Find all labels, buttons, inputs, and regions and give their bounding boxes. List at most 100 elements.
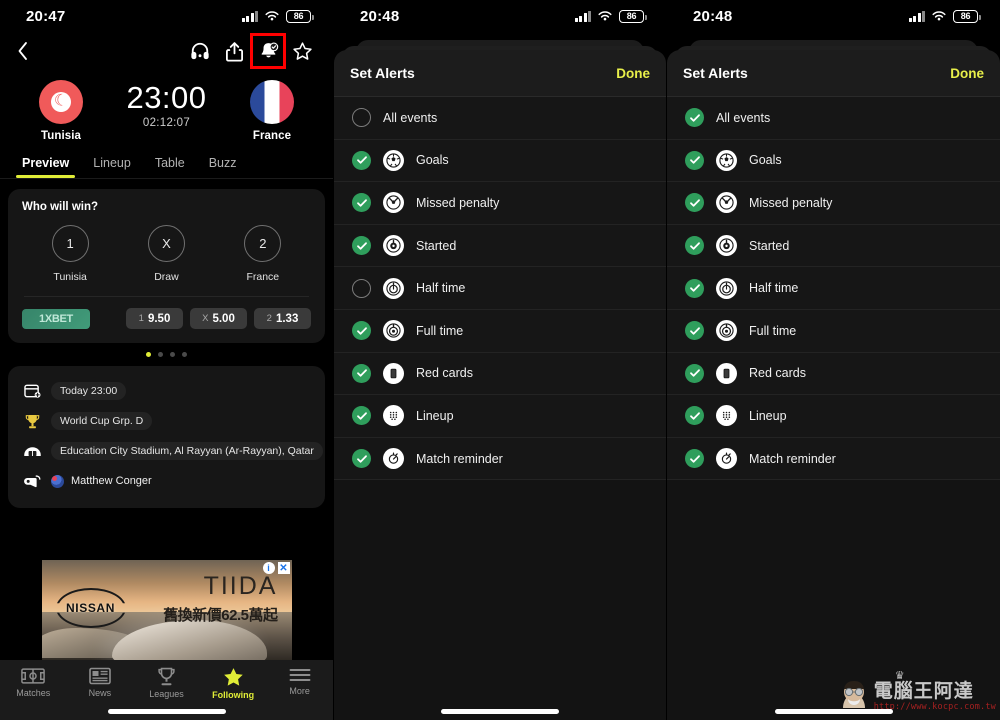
- checkbox-checked-icon[interactable]: [685, 278, 704, 298]
- favorite-button[interactable]: [285, 34, 319, 68]
- checkbox-checked-icon[interactable]: [685, 236, 704, 256]
- carousel-dot-3[interactable]: [170, 352, 175, 357]
- carousel-dot-1[interactable]: [146, 352, 151, 357]
- pick-away[interactable]: 2 France: [244, 225, 282, 283]
- done-button[interactable]: Done: [950, 66, 984, 81]
- checkbox-unchecked-icon[interactable]: [352, 108, 371, 128]
- watermark-site-name: 電腦王阿達: [873, 680, 974, 702]
- checkbox-checked-icon[interactable]: [685, 449, 704, 469]
- alert-row-goals[interactable]: Goals: [667, 139, 1000, 183]
- alert-row-match-reminder[interactable]: Match reminder: [334, 437, 666, 481]
- match-summary: Tunisia 23:00 02:12:07 France: [0, 70, 333, 142]
- odd-home[interactable]: 1 9.50: [126, 308, 183, 329]
- checkbox-checked-icon[interactable]: [685, 321, 704, 341]
- checkbox-checked-icon[interactable]: [352, 150, 371, 170]
- alert-row-red-cards[interactable]: Red cards: [334, 352, 666, 396]
- alert-row-lineup[interactable]: Lineup: [334, 395, 666, 438]
- carousel-dot-4[interactable]: [182, 352, 187, 357]
- back-button[interactable]: [10, 36, 36, 66]
- referee-name: Matthew Conger: [71, 475, 152, 487]
- checkbox-checked-icon[interactable]: [352, 449, 371, 469]
- tab-preview[interactable]: Preview: [10, 156, 81, 178]
- alerts-list: All events Goals Missed penalty Started …: [667, 97, 1000, 481]
- ad-copy: TIIDA 舊換新價62.5萬起: [163, 574, 278, 625]
- nissan-tiida-ad[interactable]: NISSAN TIIDA 舊換新價62.5萬起 i ✕: [41, 560, 292, 660]
- home-indicator[interactable]: [774, 709, 893, 714]
- home-indicator[interactable]: [441, 709, 559, 714]
- alert-row-started[interactable]: Started: [667, 224, 1000, 268]
- tab-buzz[interactable]: Buzz: [197, 156, 249, 178]
- set-alerts-sheet: Set Alerts Done All events Goals Missed …: [667, 50, 1000, 720]
- alert-row-all-events[interactable]: All events: [667, 97, 1000, 140]
- alert-row-all-events[interactable]: All events: [334, 97, 666, 140]
- alert-row-missed-penalty[interactable]: Missed penalty: [667, 182, 1000, 225]
- trophy-icon: [22, 411, 42, 431]
- tab-table[interactable]: Table: [143, 156, 197, 178]
- alert-row-missed-penalty[interactable]: Missed penalty: [334, 182, 666, 225]
- checkbox-checked-icon[interactable]: [685, 108, 704, 128]
- checkbox-checked-icon[interactable]: [352, 193, 371, 213]
- bookmaker-logo[interactable]: 1XBET: [22, 308, 90, 329]
- stopwatch-icon: [716, 448, 737, 470]
- ad-close-icon[interactable]: ✕: [277, 562, 290, 574]
- alerts-bell-button[interactable]: [250, 33, 286, 69]
- checkbox-checked-icon[interactable]: [685, 406, 704, 426]
- checkbox-checked-icon[interactable]: [685, 363, 704, 383]
- pick-draw[interactable]: X Draw: [147, 225, 185, 283]
- status-bar-indicators: 86: [908, 9, 981, 23]
- tab-lineup[interactable]: Lineup: [81, 156, 143, 178]
- ad-controls: i ✕: [262, 562, 290, 574]
- alert-row-red-cards[interactable]: Red cards: [667, 352, 1000, 396]
- phone-panel-set-alerts-partial: 20:48 86 Set Alerts Done All events Goal…: [333, 0, 666, 720]
- odd-draw[interactable]: X 5.00: [190, 308, 247, 329]
- alert-label: Full time: [749, 323, 797, 338]
- nav-item-more[interactable]: More: [266, 667, 333, 696]
- alert-label: Full time: [416, 323, 464, 338]
- sheet-header: Set Alerts Done: [667, 50, 1000, 97]
- ad-info-icon[interactable]: i: [262, 562, 275, 574]
- home-indicator[interactable]: [107, 709, 226, 714]
- nav-item-news[interactable]: News: [67, 667, 134, 698]
- alert-label: Half time: [416, 281, 466, 296]
- checkbox-unchecked-icon[interactable]: [352, 278, 371, 298]
- checkbox-checked-icon[interactable]: [685, 193, 704, 213]
- carousel-dot-2[interactable]: [158, 352, 163, 357]
- checkbox-checked-icon[interactable]: [352, 236, 371, 256]
- home-team[interactable]: Tunisia: [18, 80, 104, 142]
- full-time-icon: [383, 320, 404, 342]
- alert-row-full-time[interactable]: Full time: [334, 309, 666, 353]
- nav-item-following[interactable]: Following: [200, 667, 267, 700]
- alerts-list-empty-area: [334, 480, 666, 720]
- odd-away[interactable]: 2 1.33: [254, 308, 311, 329]
- half-time-icon: [383, 277, 404, 299]
- checkbox-checked-icon[interactable]: [352, 363, 371, 383]
- odd-home-symbol: 1: [138, 313, 144, 324]
- info-venue: Education City Stadium, Al Rayyan (Ar-Ra…: [51, 442, 323, 460]
- alert-row-half-time[interactable]: Half time: [334, 267, 666, 310]
- done-button[interactable]: Done: [616, 66, 650, 81]
- status-bar: 20:48 86: [334, 0, 666, 32]
- pick-home[interactable]: 1 Tunisia: [51, 225, 89, 283]
- battery-percent: 86: [626, 11, 637, 21]
- alert-row-goals[interactable]: Goals: [334, 139, 666, 183]
- share-button[interactable]: [217, 34, 251, 68]
- checkbox-checked-icon[interactable]: [685, 150, 704, 170]
- half-time-icon: [716, 277, 737, 299]
- kickoff-block: 23:00 02:12:07: [104, 80, 229, 128]
- nav-item-matches[interactable]: Matches: [0, 667, 67, 698]
- alert-row-half-time[interactable]: Half time: [667, 267, 1000, 310]
- pick-draw-label: Draw: [154, 271, 179, 283]
- nav-item-leagues[interactable]: Leagues: [133, 667, 200, 699]
- alert-row-match-reminder[interactable]: Match reminder: [667, 437, 1000, 481]
- alert-row-started[interactable]: Started: [334, 224, 666, 268]
- carousel-dots[interactable]: [0, 343, 333, 357]
- alert-label: Missed penalty: [416, 195, 500, 210]
- advertisement-container[interactable]: NISSAN TIIDA 舊換新價62.5萬起 i ✕: [0, 560, 333, 660]
- checkbox-checked-icon[interactable]: [352, 406, 371, 426]
- cellular-signal-icon: [241, 10, 258, 22]
- away-team[interactable]: France: [229, 80, 315, 142]
- headphones-button[interactable]: [183, 34, 217, 68]
- checkbox-checked-icon[interactable]: [352, 321, 371, 341]
- alert-row-lineup[interactable]: Lineup: [667, 395, 1000, 438]
- alert-row-full-time[interactable]: Full time: [667, 309, 1000, 353]
